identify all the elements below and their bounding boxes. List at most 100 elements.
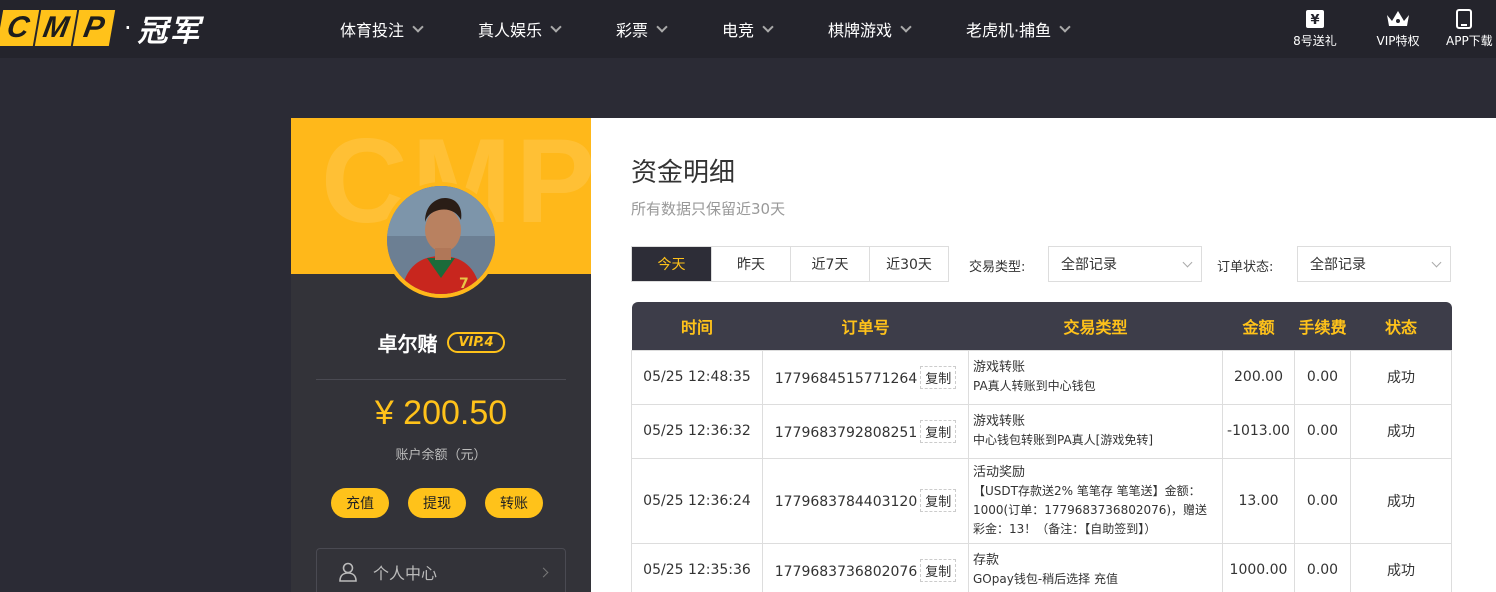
svg-text:7: 7 <box>459 276 469 292</box>
cell-type: 游戏转账 中心钱包转账到PA真人[游戏免转] <box>968 403 1223 459</box>
brand-logo[interactable]: C M P · 冠军 <box>0 10 202 49</box>
vip-link[interactable]: VIP特权 <box>1360 6 1436 49</box>
transactions-table: 时间 订单号 交易类型 金额 手续费 状态 05/25 12:48:35 177… <box>631 302 1452 592</box>
type-title: 游戏转账 <box>973 360 1026 375</box>
chevron-down-icon <box>762 20 774 33</box>
nav-item-esports[interactable]: 电竞 <box>722 0 828 58</box>
table-header-row: 时间 订单号 交易类型 金额 手续费 状态 <box>631 302 1452 350</box>
column-header: 手续费 <box>1294 302 1351 350</box>
cell-status: 成功 <box>1350 403 1452 459</box>
column-header: 状态 <box>1350 302 1452 350</box>
cell-order: 1779683784403120 复制 <box>762 457 969 544</box>
avatar-photo: 7 <box>387 186 495 294</box>
cell-order: 1779683792808251 复制 <box>762 403 969 459</box>
table-row: 05/25 12:48:35 1779684515771264 复制 游戏转账 PA… <box>631 349 1452 405</box>
nav-item-slots-fishing[interactable]: 老虎机·捕鱼 <box>966 0 1106 58</box>
cell-fee: 0.00 <box>1294 349 1351 405</box>
cell-amount: 13.00 <box>1222 457 1295 544</box>
vip-level-badge: VIP.4 <box>447 332 505 353</box>
chevron-down-icon <box>1059 20 1071 33</box>
nav-label: 体育投注 <box>340 21 405 40</box>
deposit-button[interactable]: 充值 <box>331 488 389 518</box>
column-header: 交易类型 <box>968 302 1223 350</box>
table-row: 05/25 12:35:36 1779683736802076 复制 存款 GOpa… <box>631 542 1452 592</box>
menu-item-personal-center[interactable]: 个人中心 <box>316 548 566 592</box>
transaction-type-label: 交易类型: <box>969 260 1026 275</box>
type-desc: 【USDT存款送2% 笔笔存 笔笔送】金额：1000(订单：1779683736… <box>973 483 1208 536</box>
type-title: 游戏转账 <box>973 414 1026 429</box>
nav-item-lottery[interactable]: 彩票 <box>616 0 722 58</box>
nav-item-sports[interactable]: 体育投注 <box>340 0 478 58</box>
select-value: 全部记录 <box>1061 257 1117 273</box>
cell-type: 活动奖励【USDT存款送2% 笔笔存 笔笔送】金额：1000(订单：177968… <box>968 457 1223 544</box>
cell-status: 成功 <box>1350 542 1452 592</box>
cell-amount: 1000.00 <box>1222 542 1295 592</box>
cell-time: 05/25 12:48:35 <box>631 349 763 405</box>
app-download-link[interactable]: APP下载 <box>1436 6 1496 49</box>
main-nav: 体育投注 真人娱乐 彩票 电竞 棋牌游戏 老虎机·捕鱼 <box>340 0 1106 58</box>
account-balance: ¥ 200.50 <box>374 394 508 432</box>
chevron-down-icon <box>550 20 562 33</box>
order-number: 1779683784403120 <box>774 494 918 510</box>
cell-amount: -1013.00 <box>1222 403 1295 459</box>
logo-letters: C M P <box>0 10 116 46</box>
copy-button[interactable]: 复制 <box>920 489 957 512</box>
avatar[interactable]: 7 <box>383 182 499 298</box>
cell-fee: 0.00 <box>1294 542 1351 592</box>
balance-label: 账户余额（元） <box>395 448 487 463</box>
user-icon <box>339 562 357 582</box>
order-status-label: 订单状态: <box>1217 260 1274 275</box>
chevron-right-icon <box>538 567 549 577</box>
wallet-actions: 充值 提现 转账 <box>331 488 543 518</box>
gift-yen-icon: ¥ <box>1305 6 1325 32</box>
cell-fee: 0.00 <box>1294 457 1351 544</box>
gift-label: 8号送礼 <box>1293 34 1337 48</box>
cell-status: 成功 <box>1350 349 1452 405</box>
logo-letter: P <box>72 10 116 46</box>
type-title: 活动奖励 <box>973 464 1026 480</box>
order-number: 1779684515771264 <box>774 370 918 387</box>
logo-dot: · <box>124 14 132 42</box>
table-row: 05/25 12:36:24 1779683784403120 复制 活动奖励 【U… <box>631 457 1452 544</box>
top-actions: ¥ 8号送礼 VIP特权 APP下载 <box>1270 6 1496 49</box>
chevron-down-icon <box>656 20 668 33</box>
copy-button[interactable]: 复制 <box>920 558 957 582</box>
column-header: 订单号 <box>762 302 969 350</box>
nav-item-chess-games[interactable]: 棋牌游戏 <box>828 0 966 58</box>
vip-label: VIP特权 <box>1376 34 1420 48</box>
page-subtitle: 所有数据只保留近30天 <box>631 200 786 218</box>
tab-yesterday[interactable]: 昨天 <box>711 247 790 281</box>
cell-type: 存款 GOpay钱包-稍后选择 充值 <box>968 542 1223 592</box>
tab-last-30-days[interactable]: 近30天 <box>869 247 948 281</box>
chevron-down-icon <box>412 20 424 33</box>
logo-text: 冠军 <box>137 14 202 49</box>
column-header: 时间 <box>631 302 763 350</box>
username: 卓尔赌 <box>377 332 438 356</box>
order-number: 1779683736802076 <box>774 563 918 580</box>
cell-fee: 0.00 <box>1294 403 1351 459</box>
tab-last-7-days[interactable]: 近7天 <box>790 247 869 281</box>
transfer-button[interactable]: 转账 <box>485 488 543 518</box>
fund-details-panel: 资金明细 所有数据只保留近30天 今天 昨天 近7天 近30天 交易类型: 全部… <box>591 118 1496 592</box>
tablet-icon <box>1446 6 1472 32</box>
copy-button[interactable]: 复制 <box>920 419 957 443</box>
gift-link[interactable]: ¥ 8号送礼 <box>1270 6 1360 49</box>
logo-letter: C <box>0 10 40 46</box>
tab-today[interactable]: 今天 <box>632 247 711 281</box>
order-status-select[interactable]: 全部记录 <box>1297 246 1451 282</box>
copy-button[interactable]: 复制 <box>920 365 957 389</box>
cell-order: 1779684515771264 复制 <box>762 349 969 405</box>
nav-label: 彩票 <box>616 21 649 40</box>
username-row: 卓尔赌 VIP.4 <box>291 328 591 357</box>
chevron-down-icon <box>1431 257 1442 268</box>
date-range-tabs: 今天 昨天 近7天 近30天 <box>631 246 949 282</box>
type-desc: GOpay钱包-稍后选择 充值 <box>973 572 1118 586</box>
transaction-type-select[interactable]: 全部记录 <box>1048 246 1202 282</box>
cell-order: 1779683736802076 复制 <box>762 542 969 592</box>
svg-text:¥: ¥ <box>1310 13 1319 28</box>
chevron-down-icon <box>900 20 912 33</box>
nav-item-live-casino[interactable]: 真人娱乐 <box>478 0 616 58</box>
column-header: 金额 <box>1222 302 1295 350</box>
divider <box>316 379 566 380</box>
withdraw-button[interactable]: 提现 <box>408 488 466 518</box>
